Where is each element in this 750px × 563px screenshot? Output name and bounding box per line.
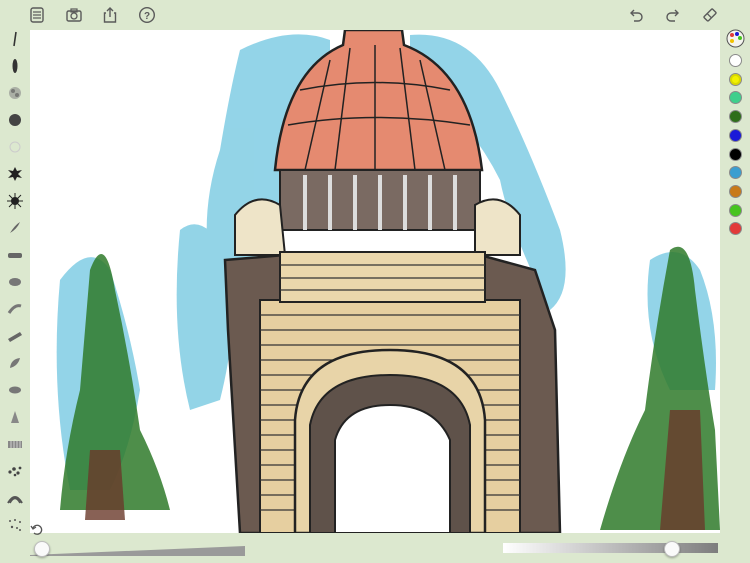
oval-brush-icon[interactable] bbox=[6, 273, 24, 291]
leaf-brush-icon[interactable] bbox=[6, 354, 24, 372]
camera-icon[interactable] bbox=[64, 5, 84, 25]
color-swatch[interactable] bbox=[729, 166, 742, 180]
color-swatch[interactable] bbox=[729, 54, 742, 67]
opacity-slider[interactable] bbox=[503, 543, 718, 553]
pencil-brush-icon[interactable] bbox=[6, 30, 24, 48]
soft-round-brush-icon[interactable] bbox=[6, 111, 24, 129]
drawing-canvas[interactable] bbox=[30, 30, 720, 533]
redo-icon[interactable] bbox=[663, 5, 683, 25]
flat-brush-icon[interactable] bbox=[6, 246, 24, 264]
help-icon: ? bbox=[138, 6, 156, 24]
broad-brush-icon[interactable] bbox=[6, 327, 24, 345]
share-icon[interactable] bbox=[100, 5, 120, 25]
eraser-icon[interactable] bbox=[700, 5, 720, 25]
canvas-undo-icon[interactable] bbox=[30, 522, 44, 536]
tuft-brush-icon[interactable] bbox=[6, 408, 24, 426]
color-swatch[interactable] bbox=[729, 91, 742, 105]
speckle-brush-icon[interactable] bbox=[6, 516, 24, 534]
marker-brush-icon[interactable] bbox=[6, 57, 24, 75]
undo-icon[interactable] bbox=[626, 5, 646, 25]
smudge-brush-icon[interactable] bbox=[6, 300, 24, 318]
color-swatch[interactable] bbox=[729, 110, 742, 124]
fan-brush-icon[interactable] bbox=[6, 489, 24, 507]
scatter-brush-icon[interactable] bbox=[6, 462, 24, 480]
brush-palette bbox=[4, 30, 26, 535]
color-picker-icon[interactable] bbox=[726, 29, 745, 48]
color-swatch[interactable] bbox=[729, 203, 742, 217]
dab-brush-icon[interactable] bbox=[6, 381, 24, 399]
brush-size-thumb[interactable] bbox=[33, 541, 50, 557]
painting bbox=[56, 30, 720, 533]
splat-brush-icon[interactable] bbox=[6, 165, 24, 183]
color-swatch[interactable] bbox=[729, 72, 742, 86]
help-button[interactable]: ? bbox=[137, 5, 157, 25]
color-swatch[interactable] bbox=[729, 222, 742, 236]
help-label: ? bbox=[144, 11, 150, 22]
brush-size-slider[interactable] bbox=[30, 543, 245, 556]
files-icon[interactable] bbox=[27, 5, 47, 25]
color-swatch[interactable] bbox=[729, 147, 742, 161]
bristle-brush-icon[interactable] bbox=[6, 435, 24, 453]
opacity-thumb[interactable] bbox=[663, 541, 680, 557]
spiky-brush-icon[interactable] bbox=[6, 192, 24, 210]
feather-brush-icon[interactable] bbox=[6, 219, 24, 237]
color-swatch[interactable] bbox=[729, 184, 742, 198]
outline-brush-icon[interactable] bbox=[6, 138, 24, 156]
color-swatch[interactable] bbox=[729, 128, 742, 142]
sponge-brush-icon[interactable] bbox=[6, 84, 24, 102]
top-toolbar: ? bbox=[0, 0, 750, 30]
